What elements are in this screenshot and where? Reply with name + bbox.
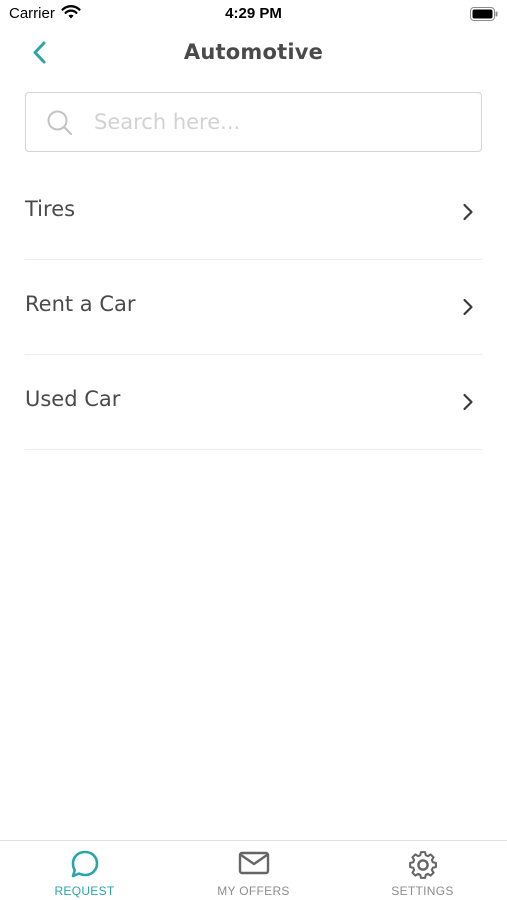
category-list: Tires Rent a Car Used Car bbox=[25, 165, 482, 450]
chevron-right-icon bbox=[463, 203, 473, 221]
tab-my-offers[interactable]: MY OFFERS bbox=[169, 841, 338, 900]
battery-icon bbox=[470, 7, 498, 26]
list-item-tires[interactable]: Tires bbox=[25, 165, 482, 260]
envelope-icon bbox=[169, 849, 338, 877]
status-bar: Carrier 4:29 PM bbox=[0, 0, 507, 28]
tab-label: REQUEST bbox=[54, 884, 115, 898]
navigation-bar: Automotive bbox=[0, 30, 507, 76]
list-item-used-car[interactable]: Used Car bbox=[25, 355, 482, 450]
tab-bar: REQUEST MY OFFERS SETTINGS bbox=[0, 840, 507, 900]
tab-label: MY OFFERS bbox=[217, 884, 290, 898]
screen: Carrier 4:29 PM Automotive Search here..… bbox=[0, 0, 507, 900]
chevron-right-icon bbox=[463, 298, 473, 316]
search-bar[interactable] bbox=[25, 92, 482, 152]
tab-label: SETTINGS bbox=[391, 884, 454, 898]
list-item-label: Tires bbox=[25, 197, 76, 221]
gear-icon bbox=[338, 849, 507, 881]
tab-settings[interactable]: SETTINGS bbox=[338, 841, 507, 900]
clock: 4:29 PM bbox=[225, 5, 282, 22]
list-item-label: Used Car bbox=[25, 387, 121, 411]
search-input[interactable] bbox=[94, 103, 464, 141]
search-icon bbox=[46, 109, 74, 141]
tab-request[interactable]: REQUEST bbox=[0, 841, 169, 900]
chat-bubble-icon bbox=[0, 849, 169, 879]
list-item-rent-a-car[interactable]: Rent a Car bbox=[25, 260, 482, 355]
page-title: Automotive bbox=[183, 40, 324, 64]
list-item-label: Rent a Car bbox=[25, 292, 136, 316]
chevron-right-icon bbox=[463, 393, 473, 411]
